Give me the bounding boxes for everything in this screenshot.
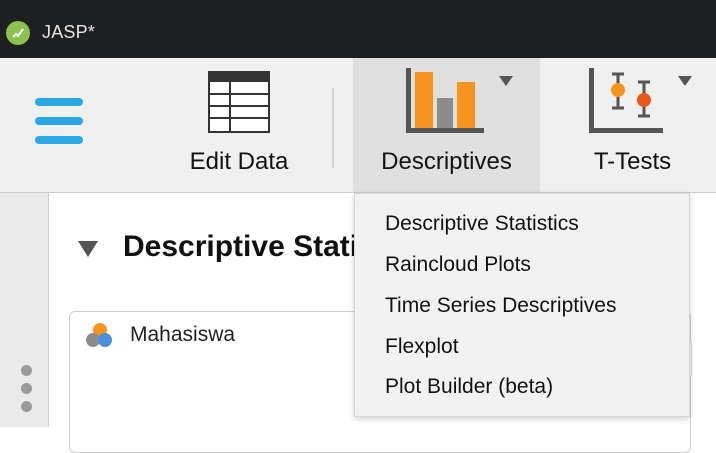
- nominal-variable-icon: [86, 323, 112, 347]
- edit-data-label: Edit Data: [189, 148, 289, 175]
- menu-item-flexplot[interactable]: Flexplot: [385, 335, 459, 359]
- analysis-title: Descriptive Statistics: [123, 230, 355, 263]
- table-icon: [208, 71, 270, 133]
- edit-data-button[interactable]: Edit Data: [168, 58, 310, 192]
- collapse-arrow-icon[interactable]: [78, 241, 98, 257]
- window-title-bar: JASP*: [0, 0, 716, 58]
- menu-item-raincloud-plots[interactable]: Raincloud Plots: [385, 253, 531, 277]
- window-title: JASP*: [42, 22, 96, 42]
- jasp-logo-icon: [6, 21, 30, 45]
- t-tests-label: T-Tests: [593, 148, 672, 175]
- descriptives-dropdown-menu: Descriptive Statistics Raincloud Plots T…: [354, 193, 690, 417]
- left-panel-gutter: [0, 193, 49, 427]
- ribbon-divider: [332, 88, 334, 168]
- menu-item-plot-builder[interactable]: Plot Builder (beta): [385, 375, 553, 399]
- menu-item-descriptive-statistics[interactable]: Descriptive Statistics: [385, 212, 579, 236]
- hamburger-menu-icon[interactable]: [35, 98, 83, 154]
- chevron-down-icon: [678, 76, 692, 86]
- bar-chart-icon: [406, 68, 484, 133]
- drag-handle-icon[interactable]: [21, 365, 32, 419]
- t-test-icon: [589, 68, 663, 133]
- menu-item-time-series-descriptives[interactable]: Time Series Descriptives: [385, 294, 616, 318]
- descriptives-label: Descriptives: [381, 148, 512, 175]
- t-tests-button[interactable]: T-Tests: [560, 58, 705, 192]
- ribbon-toolbar: Edit Data Descriptives T-Tests: [0, 58, 716, 193]
- chevron-down-icon: [499, 76, 513, 86]
- descriptives-button[interactable]: Descriptives: [353, 58, 540, 192]
- variable-item[interactable]: Mahasiswa: [130, 323, 235, 347]
